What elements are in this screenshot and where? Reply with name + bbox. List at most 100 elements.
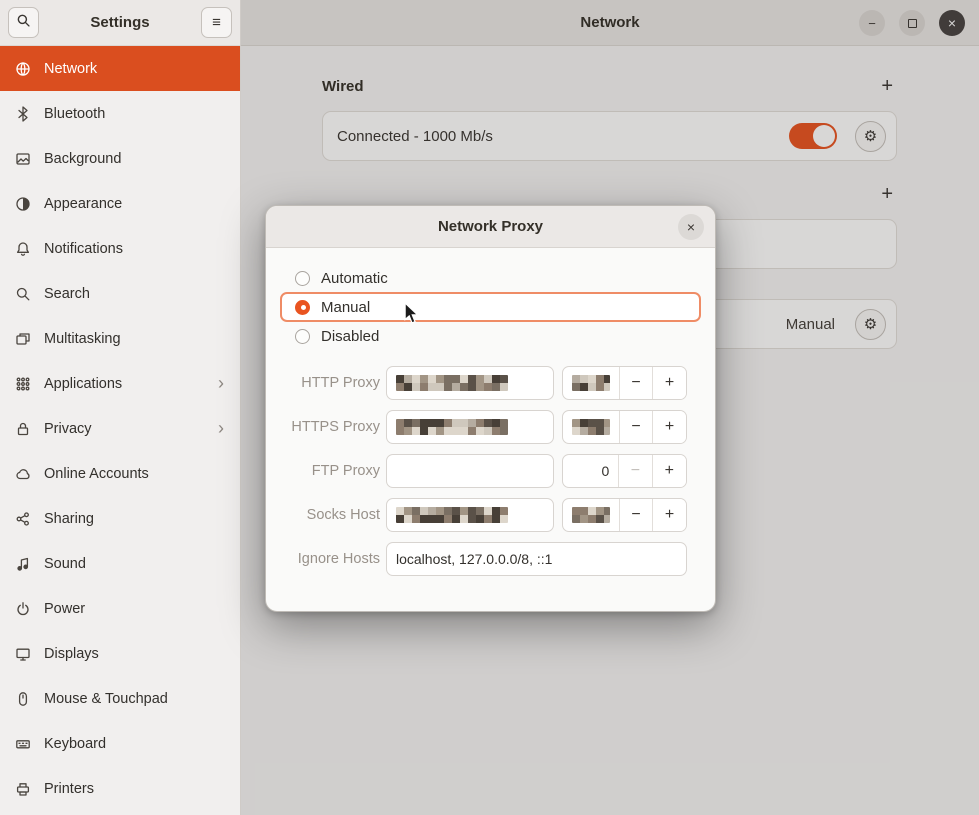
chevron-right-icon: › (218, 373, 230, 394)
dialog-header: Network Proxy × (266, 206, 715, 248)
radio-label: Disabled (321, 328, 379, 345)
multitasking-icon (14, 330, 32, 348)
radio-label: Automatic (321, 270, 388, 287)
https-port-increment-button[interactable]: + (653, 411, 686, 443)
https-port-spinner: − + (562, 410, 687, 444)
bluetooth-icon (14, 105, 32, 123)
radio-icon (295, 271, 310, 286)
search-icon (14, 285, 32, 303)
ftp-port-increment-button[interactable]: + (653, 455, 686, 487)
socks-host-input[interactable] (386, 498, 554, 532)
http-proxy-input[interactable] (386, 366, 554, 400)
monitor-icon (14, 645, 32, 663)
sidebar-item-label: Appearance (44, 196, 230, 212)
sidebar-item-label: Sharing (44, 511, 230, 527)
https-port-value[interactable] (563, 411, 620, 443)
socks-port-spinner: − + (562, 498, 687, 532)
redacted-value (572, 507, 610, 523)
socks-port-increment-button[interactable]: + (653, 499, 686, 531)
sidebar-item-search[interactable]: Search (0, 271, 240, 316)
chevron-right-icon: › (218, 418, 230, 439)
port-number: 0 (601, 463, 609, 479)
ignore-hosts-input[interactable]: localhost, 127.0.0.0/8, ::1 (386, 542, 687, 576)
background-icon (14, 150, 32, 168)
mouse-icon (14, 690, 32, 708)
ftp-proxy-input[interactable] (386, 454, 554, 488)
app-grid-icon (14, 375, 32, 393)
ignore-hosts-value: localhost, 127.0.0.0/8, ::1 (396, 551, 552, 567)
bell-icon (14, 240, 32, 258)
sidebar-item-notifications[interactable]: Notifications (0, 226, 240, 271)
sidebar-item-network[interactable]: Network (0, 46, 240, 91)
sidebar-item-label: Bluetooth (44, 106, 230, 122)
socks-host-label: Socks Host (280, 507, 380, 523)
ftp-port-spinner: 0 − + (562, 454, 687, 488)
sidebar-item-label: Printers (44, 781, 230, 797)
plus-icon: + (665, 418, 674, 436)
redacted-value (572, 419, 610, 435)
plus-icon: + (665, 506, 674, 524)
sidebar-item-bluetooth[interactable]: Bluetooth (0, 91, 240, 136)
http-proxy-row: HTTP Proxy − + (280, 366, 701, 400)
sidebar-item-label: Network (44, 61, 230, 77)
http-port-value[interactable] (563, 367, 620, 399)
sidebar-item-sharing[interactable]: Sharing (0, 496, 240, 541)
menu-button[interactable]: ≡ (201, 7, 232, 38)
sidebar-item-printers[interactable]: Printers (0, 766, 240, 811)
sidebar-item-displays[interactable]: Displays (0, 631, 240, 676)
socks-port-value[interactable] (563, 499, 620, 531)
radio-icon (295, 329, 310, 344)
plus-icon: + (665, 462, 674, 480)
dialog-close-button[interactable]: × (678, 214, 704, 240)
ftp-port-decrement-button[interactable]: − (619, 455, 652, 487)
redacted-value (572, 375, 610, 391)
sidebar-item-privacy[interactable]: Privacy › (0, 406, 240, 451)
socks-port-decrement-button[interactable]: − (620, 499, 653, 531)
cloud-icon (14, 465, 32, 483)
ftp-proxy-label: FTP Proxy (280, 463, 380, 479)
ignore-hosts-label: Ignore Hosts (280, 551, 380, 567)
network-proxy-dialog: Network Proxy × Automatic Manual Disable… (265, 205, 716, 612)
music-note-icon (14, 555, 32, 573)
search-button[interactable] (8, 7, 39, 38)
printer-icon (14, 780, 32, 798)
http-port-decrement-button[interactable]: − (620, 367, 653, 399)
radio-checked-icon (295, 300, 310, 315)
proxy-option-manual[interactable]: Manual (280, 292, 701, 322)
sidebar-item-multitasking[interactable]: Multitasking (0, 316, 240, 361)
dialog-body: Automatic Manual Disabled HTTP Proxy (266, 248, 715, 576)
sidebar-header: Settings ≡ (0, 0, 240, 46)
sidebar-item-online-accounts[interactable]: Online Accounts (0, 451, 240, 496)
ftp-proxy-row: FTP Proxy 0 − + (280, 454, 701, 488)
sidebar-item-label: Sound (44, 556, 230, 572)
minus-icon: − (631, 462, 640, 480)
network-icon (14, 60, 32, 78)
minus-icon: − (631, 506, 640, 524)
sidebar-nav: Network Bluetooth Background Appearance (0, 46, 240, 815)
socks-host-row: Socks Host − + (280, 498, 701, 532)
sidebar-item-label: Online Accounts (44, 466, 230, 482)
sidebar-item-label: Mouse & Touchpad (44, 691, 230, 707)
proxy-form: HTTP Proxy − + HTTPS Proxy (280, 366, 701, 576)
https-proxy-label: HTTPS Proxy (280, 419, 380, 435)
sidebar-item-keyboard[interactable]: Keyboard (0, 721, 240, 766)
ftp-port-value[interactable]: 0 (563, 455, 619, 487)
redacted-value (396, 507, 508, 523)
proxy-option-automatic[interactable]: Automatic (280, 264, 701, 292)
sidebar-item-applications[interactable]: Applications › (0, 361, 240, 406)
sidebar-item-background[interactable]: Background (0, 136, 240, 181)
sidebar-item-power[interactable]: Power (0, 586, 240, 631)
proxy-option-disabled[interactable]: Disabled (280, 322, 701, 350)
share-icon (14, 510, 32, 528)
sidebar-item-sound[interactable]: Sound (0, 541, 240, 586)
sidebar-item-mouse-touchpad[interactable]: Mouse & Touchpad (0, 676, 240, 721)
sidebar-item-label: Keyboard (44, 736, 230, 752)
mouse-cursor (403, 303, 421, 330)
http-port-increment-button[interactable]: + (653, 367, 686, 399)
https-port-decrement-button[interactable]: − (620, 411, 653, 443)
redacted-value (396, 419, 508, 435)
sidebar-item-label: Applications (44, 376, 206, 392)
sidebar-item-appearance[interactable]: Appearance (0, 181, 240, 226)
minus-icon: − (631, 374, 640, 392)
https-proxy-input[interactable] (386, 410, 554, 444)
